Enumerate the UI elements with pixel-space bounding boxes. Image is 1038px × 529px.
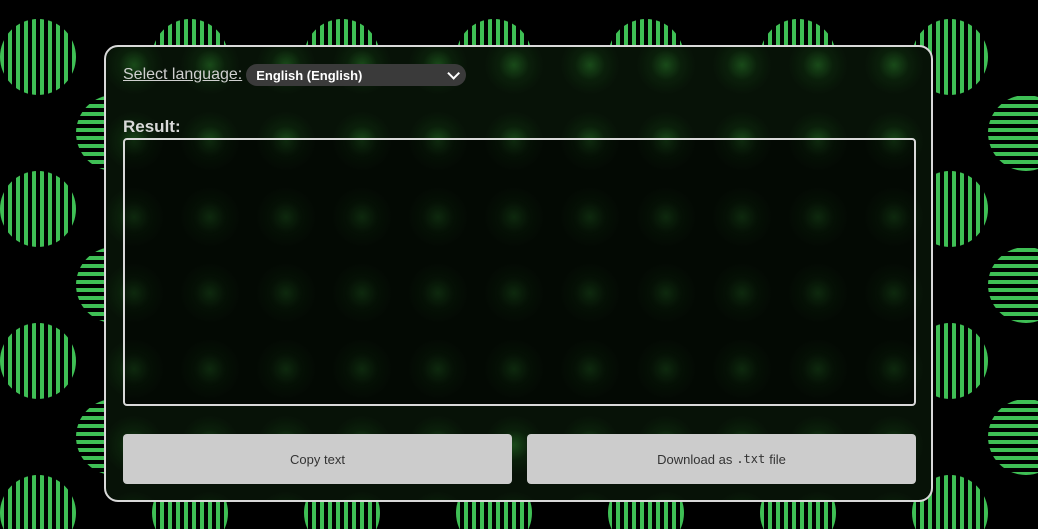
main-panel: Select language: English (English) Resul…: [104, 45, 933, 502]
copy-text-label: Copy text: [290, 451, 345, 467]
striped-circle: [988, 247, 1038, 323]
striped-circle: [988, 399, 1038, 475]
striped-circle: [988, 95, 1038, 171]
result-textarea[interactable]: [123, 138, 916, 406]
striped-circle: [0, 171, 76, 247]
copy-text-button[interactable]: Copy text: [123, 434, 512, 484]
striped-circle: [0, 19, 76, 95]
language-select[interactable]: English (English): [246, 64, 467, 86]
language-row: Select language: English (English): [123, 64, 467, 86]
select-language-label[interactable]: Select language:: [123, 66, 242, 84]
striped-circle: [0, 323, 76, 399]
download-prefix-label: Download as: [657, 451, 733, 467]
language-select-value: English (English): [256, 67, 363, 83]
result-label: Result:: [123, 117, 181, 136]
chevron-down-icon: [447, 66, 461, 80]
download-ext-label: .txt: [736, 452, 766, 466]
download-suffix-label: file: [769, 451, 786, 467]
download-txt-button[interactable]: Download as .txt file: [527, 434, 916, 484]
striped-circle: [0, 475, 76, 529]
